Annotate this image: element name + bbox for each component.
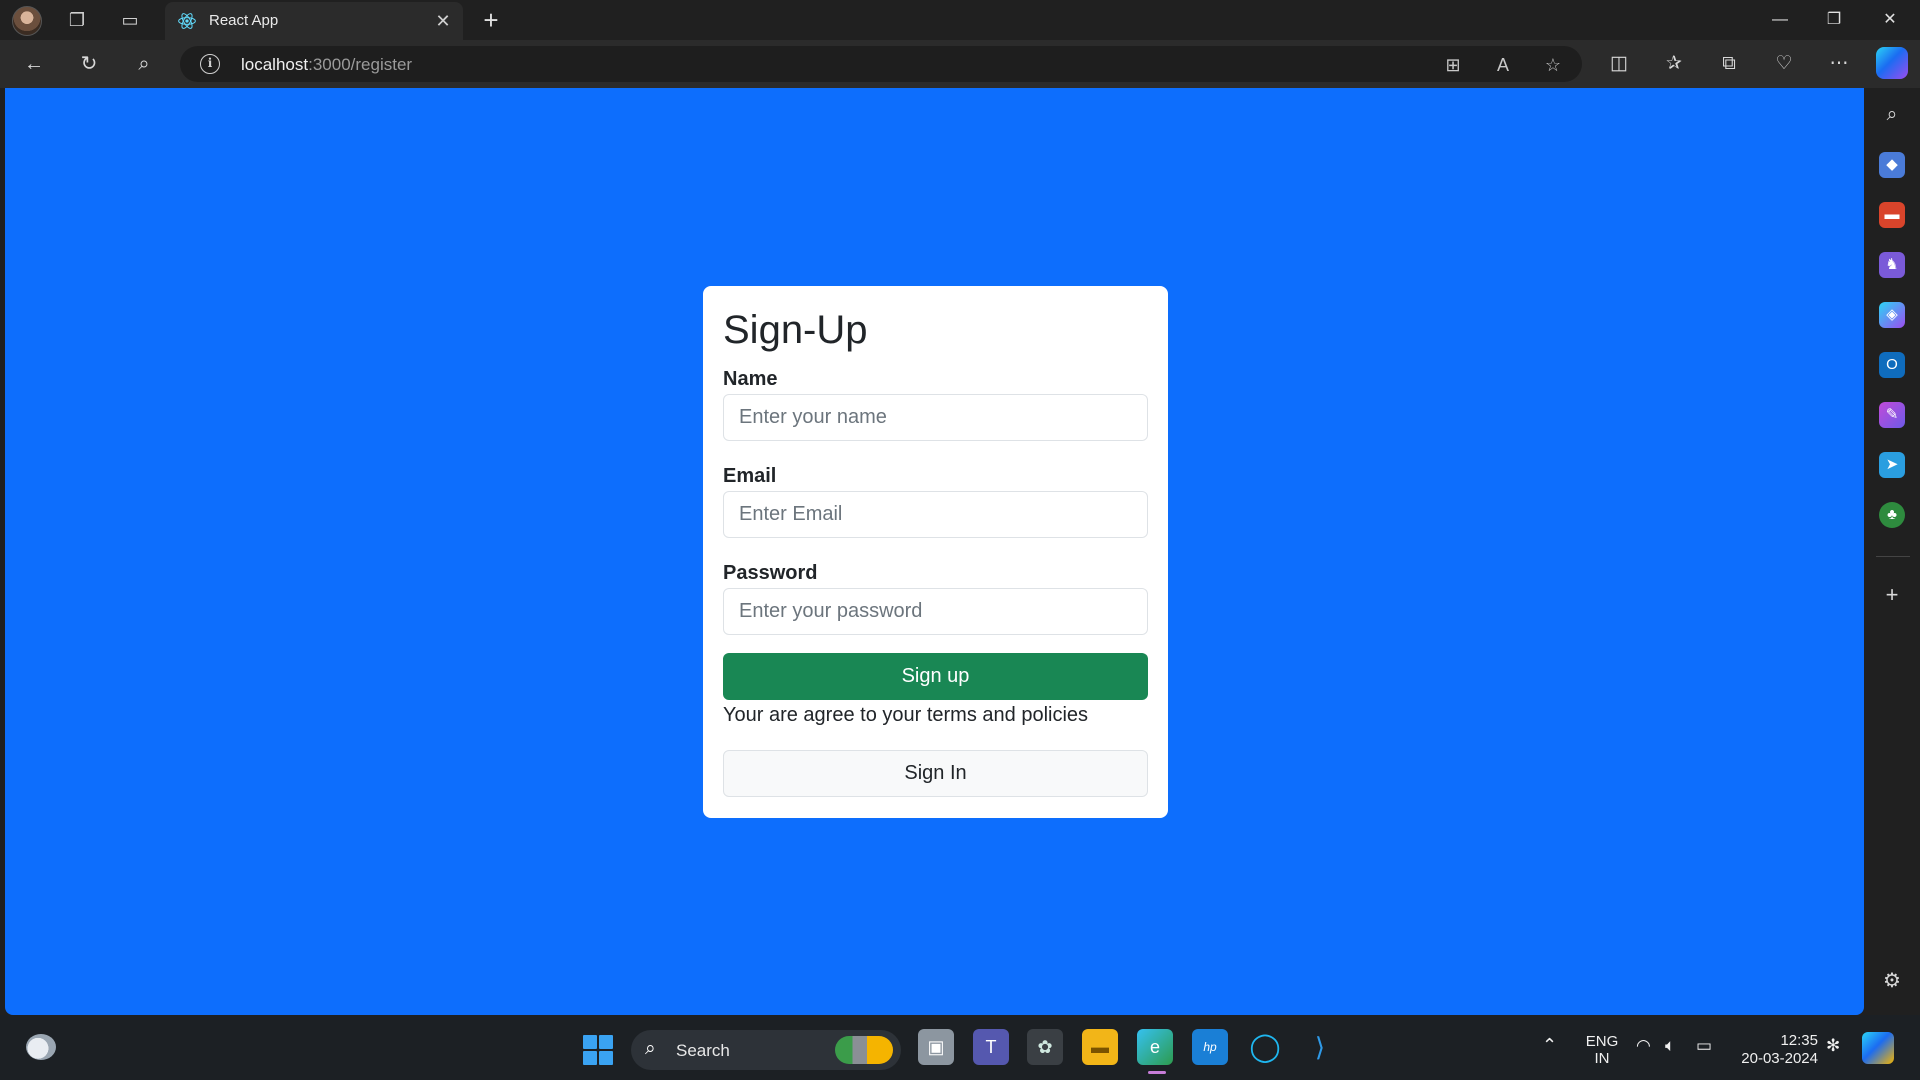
copilot-taskbar-icon[interactable] <box>1862 1032 1894 1064</box>
read-aloud-icon[interactable]: A <box>1490 52 1516 78</box>
copilot-icon[interactable] <box>1876 47 1908 79</box>
taskbar-search[interactable]: ⌕ Search <box>631 1030 901 1070</box>
taskbar-search-label: Search <box>676 1041 730 1060</box>
site-info-icon[interactable]: i <box>200 54 220 74</box>
tab-title: React App <box>209 12 279 29</box>
react-icon <box>178 13 196 29</box>
settings-icon[interactable]: ⚙ <box>1879 968 1905 994</box>
file-explorer-icon[interactable]: ▬ <box>1082 1029 1118 1065</box>
teams-icon[interactable]: T <box>973 1029 1009 1065</box>
signup-card: Sign-Up Name Email Password Sign up Your… <box>703 286 1168 818</box>
task-view-icon[interactable]: ▣ <box>918 1029 954 1065</box>
clock-time: 12:35 <box>1780 1032 1818 1049</box>
alexa-icon[interactable]: ◯ <box>1247 1029 1283 1065</box>
wifi-icon[interactable]: ◠ <box>1636 1036 1651 1056</box>
battery-icon[interactable]: ▭ <box>1696 1036 1712 1056</box>
edge-active-indicator <box>1148 1071 1166 1074</box>
favorites-icon[interactable]: ✰ <box>1658 48 1690 80</box>
volume-icon[interactable]: 🔈︎ <box>1665 1036 1675 1056</box>
refresh-button[interactable]: ↻ <box>73 48 105 80</box>
search-icon: ⌕ <box>645 1038 656 1059</box>
search-highlight-icon <box>835 1036 893 1064</box>
password-input[interactable] <box>723 588 1148 635</box>
outlook-icon[interactable]: O <box>1879 352 1905 378</box>
email-label: Email <box>723 465 777 487</box>
designer-icon[interactable]: ✎ <box>1879 402 1905 428</box>
collections-icon[interactable]: ⧉ <box>1713 48 1745 80</box>
tree-icon[interactable]: ♣ <box>1879 502 1905 528</box>
browser-nav-bar: ← ↻ ⌕ i localhost:3000/register ⊞ A ☆ ◫ … <box>0 40 1920 88</box>
close-tab-icon[interactable]: ✕ <box>431 9 455 33</box>
new-tab-button[interactable]: + <box>476 6 506 36</box>
app-available-icon[interactable]: ⊞ <box>1440 52 1466 78</box>
notifications-bell-icon[interactable]: ✻ <box>1826 1036 1840 1056</box>
url-text[interactable]: localhost:3000/register <box>241 55 412 75</box>
windows-taskbar: ⌕ Search ▣ T ✿ ▬ e hp ◯ ⟩ ⌃ ENG IN ◠ 🔈︎ … <box>0 1015 1920 1080</box>
send-icon[interactable]: ➤ <box>1879 452 1905 478</box>
weather-icon[interactable] <box>26 1034 56 1060</box>
name-input[interactable] <box>723 394 1148 441</box>
games-icon[interactable]: ♞ <box>1879 252 1905 278</box>
password-label: Password <box>723 562 818 584</box>
close-window-button[interactable]: ✕ <box>1862 0 1918 40</box>
edge-icon[interactable]: e <box>1137 1029 1173 1065</box>
profile-avatar[interactable] <box>12 6 42 36</box>
terms-text: Your are agree to your terms and policie… <box>723 704 1089 726</box>
language-code: ENG <box>1585 1033 1619 1050</box>
address-bar[interactable]: i localhost:3000/register ⊞ A ☆ <box>180 46 1582 82</box>
chatgpt-icon[interactable]: ✿ <box>1027 1029 1063 1065</box>
edge-sidebar: ⌕ ◆ ▬ ♞ ◈ O ✎ ➤ ♣ + ⚙ <box>1866 88 1920 1015</box>
back-button[interactable]: ← <box>18 48 50 80</box>
signup-button[interactable]: Sign up <box>723 653 1148 700</box>
region-code: IN <box>1594 1050 1610 1067</box>
workspaces-icon[interactable]: ❐ <box>63 7 91 33</box>
language-indicator[interactable]: ENG IN <box>1582 1033 1622 1067</box>
restore-button[interactable]: ❐ <box>1806 0 1862 40</box>
sidebar-divider <box>1876 556 1910 557</box>
more-options-icon[interactable]: ⋯ <box>1823 48 1855 80</box>
clock-date: 20-03-2024 <box>1741 1050 1818 1067</box>
name-label: Name <box>723 368 778 390</box>
browser-essentials-icon[interactable]: ♡ <box>1768 48 1800 80</box>
tab-react-app[interactable]: React App ✕ <box>165 2 463 40</box>
favorite-star-icon[interactable]: ☆ <box>1540 52 1566 78</box>
page-viewport: Sign-Up Name Email Password Sign up Your… <box>5 88 1864 1015</box>
shopping-tag-icon[interactable]: ◆ <box>1879 152 1905 178</box>
clock[interactable]: 12:35 20-03-2024 <box>1734 1032 1818 1068</box>
minimize-button[interactable]: — <box>1752 0 1808 40</box>
myhp-icon[interactable]: hp <box>1192 1029 1228 1065</box>
split-screen-icon[interactable]: ◫ <box>1603 48 1635 80</box>
add-icon[interactable]: + <box>1879 582 1905 608</box>
browser-title-bar: ❐ ▭ React App ✕ + — ❐ ✕ <box>0 0 1920 40</box>
signin-button[interactable]: Sign In <box>723 750 1148 797</box>
tools-icon[interactable]: ▬ <box>1879 202 1905 228</box>
start-button[interactable] <box>583 1035 613 1065</box>
copilot-icon[interactable]: ◈ <box>1879 302 1905 328</box>
email-input[interactable] <box>723 491 1148 538</box>
vscode-icon[interactable]: ⟩ <box>1302 1029 1338 1065</box>
tab-actions-icon[interactable]: ▭ <box>116 7 144 33</box>
search-icon[interactable]: ⌕ <box>1879 102 1905 128</box>
form-title: Sign-Up <box>723 308 868 352</box>
chevron-up-icon[interactable]: ⌃ <box>1542 1035 1557 1056</box>
search-icon[interactable]: ⌕ <box>128 48 160 80</box>
